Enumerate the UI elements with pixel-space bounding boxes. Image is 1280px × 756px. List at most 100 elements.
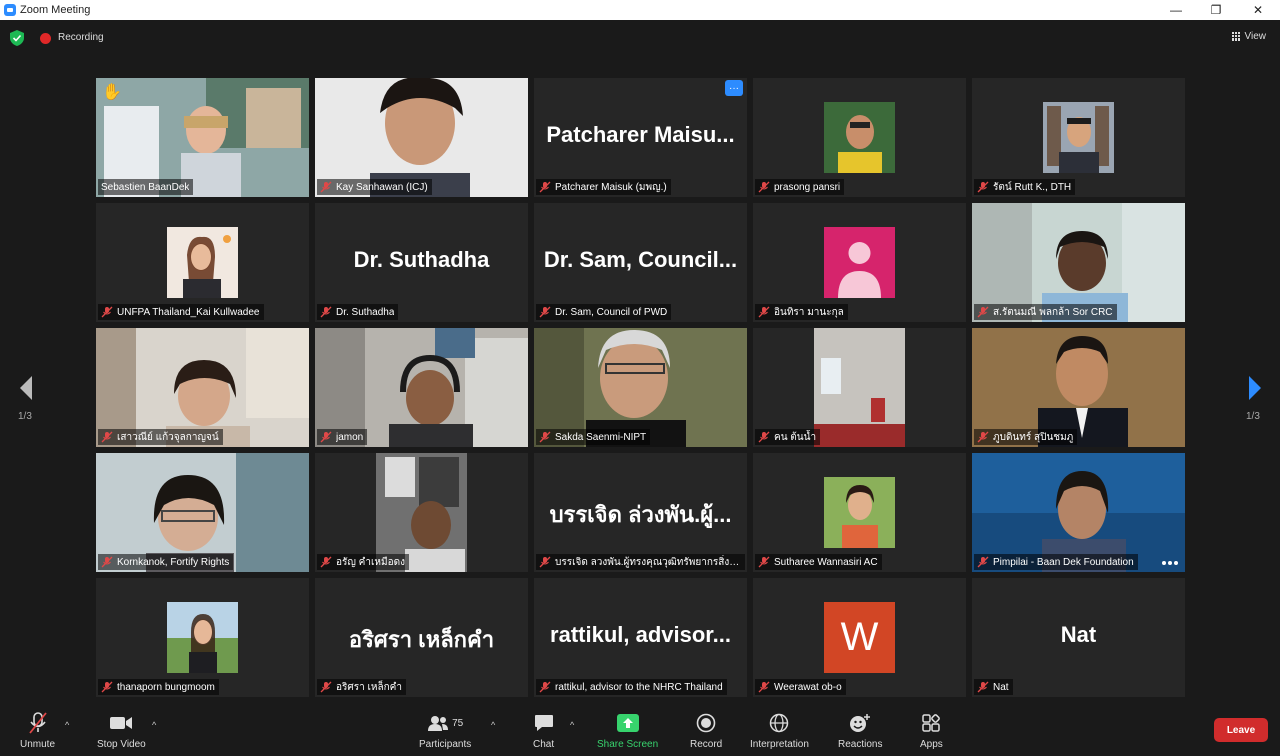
view-label: View <box>1244 30 1267 42</box>
participant-namebar: Sutharee Wannasiri AC <box>755 554 882 570</box>
participant-name: เสาวณีย์ แก้วจุลกาญจน์ <box>117 431 219 443</box>
reactions-button[interactable]: Reactions <box>838 710 882 750</box>
participant-name: ภูบดินทร์ สุปินชมภู <box>993 431 1074 443</box>
participant-tile[interactable]: Pimpilai - Baan Dek Foundation <box>972 453 1185 572</box>
participant-display-name: Dr. Sam, Council... <box>543 247 738 272</box>
participant-tile[interactable]: thanaporn bungmoom <box>96 578 309 697</box>
participant-tile[interactable]: UNFPA Thailand_Kai Kullwadee <box>96 203 309 322</box>
participant-tile[interactable]: Kay Sanhawan (ICJ) <box>315 78 528 197</box>
participant-namebar: อริศรา เหล็กคำ <box>317 679 406 695</box>
video-gallery-grid: ✋ Sebastien BaanDek Kay Sanhawan (ICJ) ·… <box>96 78 1185 699</box>
muted-mic-icon <box>758 306 770 318</box>
maximize-button[interactable]: ❐ <box>1196 0 1236 20</box>
unmute-label: Unmute <box>20 739 56 750</box>
reactions-label: Reactions <box>838 739 883 750</box>
participant-tile[interactable]: เสาวณีย์ แก้วจุลกาญจน์ <box>96 328 309 447</box>
participant-name: Sutharee Wannasiri AC <box>774 556 878 568</box>
unmute-button[interactable]: Unmute <box>20 710 55 750</box>
participant-tile[interactable]: Sakda Saenmi-NIPT <box>534 328 747 447</box>
interpretation-label: Interpretation <box>750 739 809 750</box>
participant-tile[interactable]: ✋ Sebastien BaanDek <box>96 78 309 197</box>
raised-hand-icon: ✋ <box>102 84 122 101</box>
participant-tile[interactable]: รัตน์ Rutt K., DTH <box>972 78 1185 197</box>
window-titlebar: Zoom Meeting — ❐ ✕ <box>0 0 1280 20</box>
security-shield-icon[interactable] <box>10 30 24 46</box>
chat-options-caret-icon[interactable]: ^ <box>570 720 574 730</box>
participant-namebar: Kay Sanhawan (ICJ) <box>317 179 432 195</box>
participant-tile[interactable]: ··· Patcharer Maisu... Patcharer Maisuk … <box>534 78 747 197</box>
participant-tile[interactable]: อินทิรา มานะกุล <box>753 203 966 322</box>
muted-mic-icon <box>977 181 989 193</box>
participant-tile[interactable]: Nat Nat <box>972 578 1185 697</box>
leave-meeting-button[interactable]: Leave <box>1214 718 1268 742</box>
participant-tile[interactable]: Dr. Suthadha Dr. Suthadha <box>315 203 528 322</box>
participant-count: 75 <box>452 717 464 729</box>
next-page-arrow-icon[interactable] <box>1243 372 1267 404</box>
muted-mic-icon <box>977 556 989 568</box>
muted-mic-icon <box>320 556 332 568</box>
participant-display-name: Dr. Suthadha <box>353 247 490 272</box>
participant-tile[interactable]: บรรเจิด ล่วงพัน.ผู้... บรรเจิด ลวงพัน.ผู… <box>534 453 747 572</box>
chat-button[interactable]: Chat <box>533 710 554 750</box>
participant-namebar: คน ต้นน้ำ <box>755 429 821 445</box>
participant-namebar: thanaporn bungmoom <box>98 679 219 695</box>
participant-display-name: บรรเจิด ล่วงพัน.ผู้... <box>549 502 732 527</box>
participant-tile[interactable]: อรัญ คำเหมือดง <box>315 453 528 572</box>
zoom-app-icon <box>4 4 16 16</box>
muted-mic-icon <box>539 181 551 193</box>
muted-mic-icon <box>758 556 770 568</box>
record-button[interactable]: Record <box>690 710 722 750</box>
participant-name: อินทิรา มานะกุล <box>774 306 844 318</box>
muted-mic-icon <box>539 306 551 318</box>
apps-button[interactable]: Apps <box>920 710 943 750</box>
letter-avatar: W <box>824 602 895 673</box>
participant-name: ส.รัตนมณี พลกล้า Sor CRC <box>993 306 1113 318</box>
view-button[interactable]: View <box>1231 28 1267 44</box>
video-options-caret-icon[interactable]: ^ <box>152 720 156 730</box>
share-screen-button[interactable]: Share Screen <box>597 710 658 750</box>
muted-mic-icon <box>977 681 989 693</box>
participant-name: jamon <box>336 431 364 443</box>
participant-tile[interactable]: rattikul, advisor... rattikul, advisor t… <box>534 578 747 697</box>
muted-microphone-icon <box>28 712 47 734</box>
muted-mic-icon <box>320 306 332 318</box>
muted-mic-icon <box>320 181 332 193</box>
previous-page-arrow-icon[interactable] <box>14 372 38 404</box>
video-camera-icon <box>110 717 133 729</box>
participant-name: คน ต้นน้ำ <box>774 431 817 443</box>
participants-options-caret-icon[interactable]: ^ <box>491 720 495 730</box>
close-button[interactable]: ✕ <box>1238 0 1278 20</box>
participant-namebar: Dr. Suthadha <box>317 304 399 320</box>
participant-tile[interactable]: อริศรา เหล็กคำ อริศรา เหล็กคำ <box>315 578 528 697</box>
interpretation-button[interactable]: Interpretation <box>750 710 809 750</box>
participants-label: Participants <box>419 739 472 750</box>
minimize-button[interactable]: — <box>1156 0 1196 20</box>
profile-photo <box>824 477 895 548</box>
more-options-icon[interactable]: ··· <box>725 80 743 96</box>
participant-tile[interactable]: W Weerawat ob-o <box>753 578 966 697</box>
participant-tile[interactable]: ภูบดินทร์ สุปินชมภู <box>972 328 1185 447</box>
chat-label: Chat <box>533 739 555 750</box>
muted-mic-icon <box>101 681 113 693</box>
participant-display-name: rattikul, advisor... <box>550 622 731 647</box>
participant-tile[interactable]: Dr. Sam, Council... Dr. Sam, Council of … <box>534 203 747 322</box>
participant-tile[interactable]: prasong pansri <box>753 78 966 197</box>
participants-button[interactable]: 75 Participants <box>419 710 471 750</box>
audio-options-caret-icon[interactable]: ^ <box>65 720 69 730</box>
participant-tile[interactable]: Sutharee Wannasiri AC <box>753 453 966 572</box>
muted-mic-icon <box>758 431 770 443</box>
participant-tile[interactable]: ส.รัตนมณี พลกล้า Sor CRC <box>972 203 1185 322</box>
participant-tile[interactable]: คน ต้นน้ำ <box>753 328 966 447</box>
participants-icon <box>428 716 449 731</box>
participant-tile[interactable]: jamon <box>315 328 528 447</box>
share-screen-icon <box>616 714 639 732</box>
participant-name: Pimpilai - Baan Dek Foundation <box>993 556 1134 568</box>
participant-namebar: Kornkanok, Fortify Rights <box>98 554 234 570</box>
participant-display-name: Nat <box>1060 622 1097 647</box>
participant-name: thanaporn bungmoom <box>117 681 215 693</box>
participant-tile[interactable]: Kornkanok, Fortify Rights <box>96 453 309 572</box>
participant-name: Sebastien BaanDek <box>101 181 190 193</box>
stop-video-button[interactable]: Stop Video <box>97 710 146 750</box>
muted-mic-icon <box>539 431 551 443</box>
grid-view-icon <box>1231 31 1241 41</box>
